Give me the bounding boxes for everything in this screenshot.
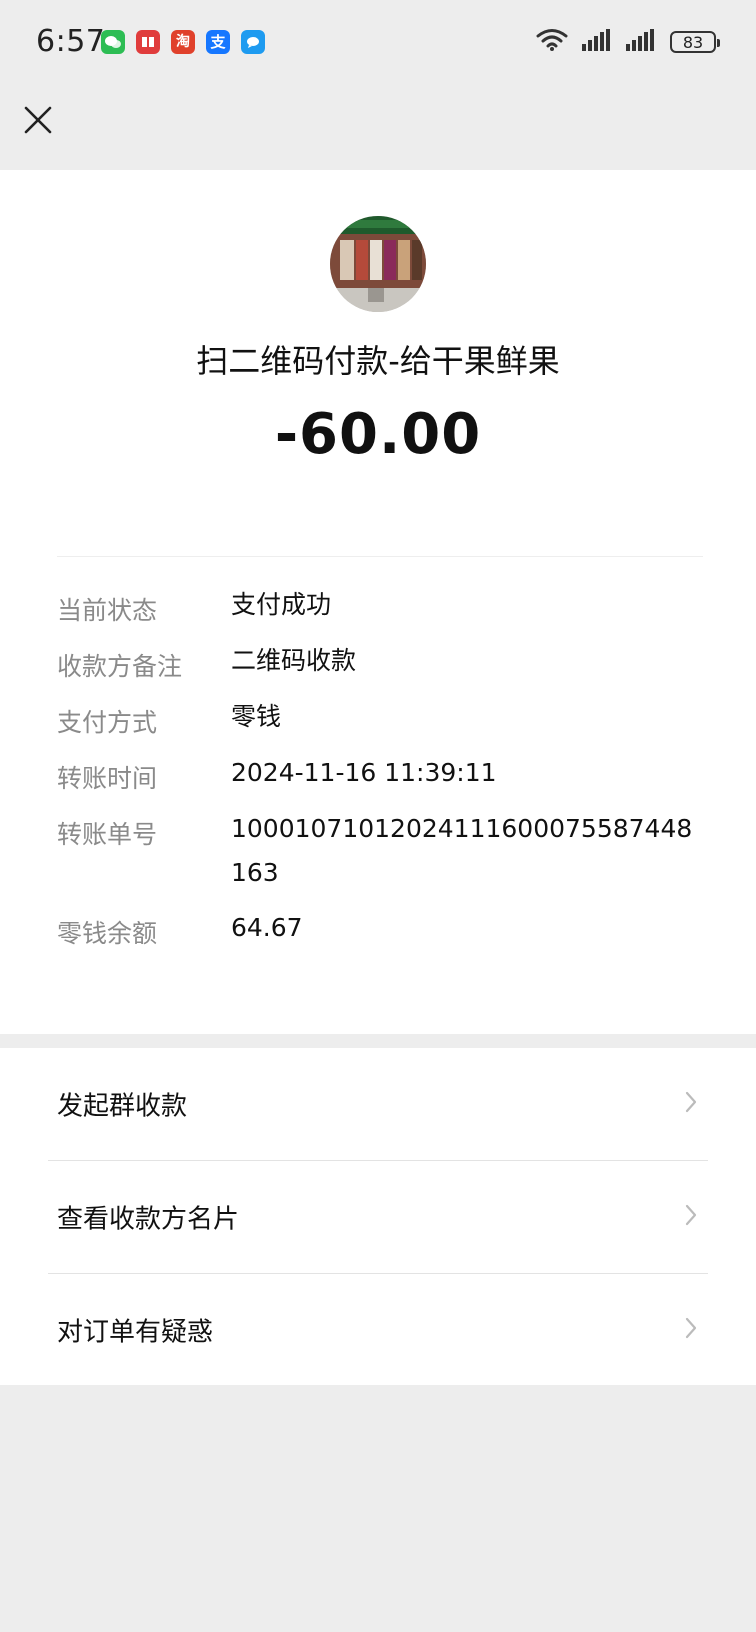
menu-item-group-collect[interactable]: 发起群收款 xyxy=(48,1048,708,1160)
status-bar: 6:57 淘 支 83 xyxy=(0,0,756,86)
action-menu: 发起群收款 查看收款方名片 对订单有疑惑 xyxy=(0,1048,756,1385)
menu-item-payee-card[interactable]: 查看收款方名片 xyxy=(48,1161,708,1273)
payment-title: 扫二维码付款-给干果鲜果 xyxy=(196,342,560,380)
menu-item-label: 对订单有疑惑 xyxy=(57,1317,214,1348)
wifi-icon xyxy=(536,28,568,56)
signal-icon xyxy=(582,29,612,55)
signal-icon xyxy=(626,29,656,55)
menu-item-order-question[interactable]: 对订单有疑惑 xyxy=(48,1274,708,1386)
alipay-icon: 支 xyxy=(206,30,230,54)
detail-label: 收款方备注 xyxy=(57,652,183,681)
status-time: 6:57 xyxy=(36,24,106,59)
payment-amount: -60.00 xyxy=(274,402,482,467)
menu-item-label: 查看收款方名片 xyxy=(57,1204,240,1235)
merchant-avatar xyxy=(330,216,426,312)
detail-value: 二维码收款 xyxy=(231,646,357,675)
payment-detail-card: 扫二维码付款-给干果鲜果 -60.00 当前状态 支付成功 收款方备注 二维码收… xyxy=(0,170,756,1034)
detail-label: 转账时间 xyxy=(57,764,158,793)
detail-label: 零钱余额 xyxy=(57,919,158,948)
transfer-number-value[interactable]: 10001071012024111600075587448163 xyxy=(231,807,703,895)
detail-value: 64.67 xyxy=(231,913,303,942)
menu-item-label: 发起群收款 xyxy=(57,1091,188,1122)
taobao-icon: 淘 xyxy=(171,30,195,54)
status-right: 83 xyxy=(536,28,720,56)
chevron-right-icon xyxy=(684,1203,698,1231)
divider xyxy=(57,556,703,557)
notification-icons: 淘 支 xyxy=(101,30,265,54)
detail-label: 转账单号 xyxy=(57,820,158,849)
book-icon xyxy=(136,30,160,54)
message-icon xyxy=(241,30,265,54)
detail-label: 支付方式 xyxy=(57,708,158,737)
close-icon[interactable] xyxy=(24,106,52,138)
battery-indicator: 83 xyxy=(670,31,720,53)
detail-label: 当前状态 xyxy=(57,596,158,625)
chevron-right-icon xyxy=(684,1316,698,1344)
wechat-icon xyxy=(101,30,125,54)
detail-value: 2024-11-16 11:39:11 xyxy=(231,758,497,787)
detail-value: 零钱 xyxy=(231,702,282,731)
detail-value: 支付成功 xyxy=(231,590,332,619)
chevron-right-icon xyxy=(684,1090,698,1118)
close-button[interactable] xyxy=(20,104,56,140)
